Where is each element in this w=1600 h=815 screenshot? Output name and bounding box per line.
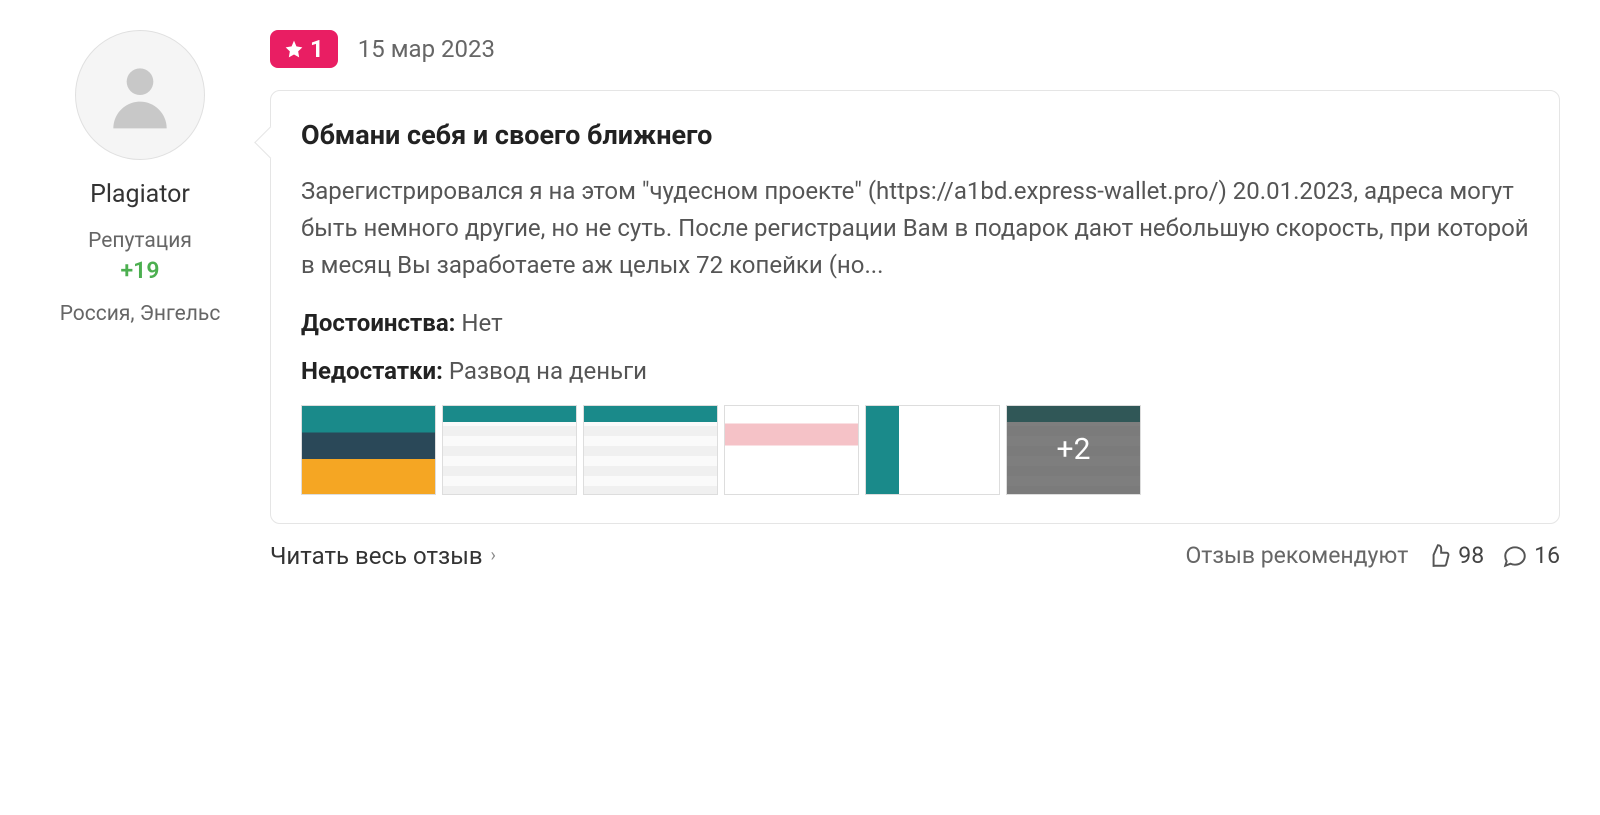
thumbnail[interactable] (583, 405, 718, 495)
review-body: Обмани себя и своего ближнего Зарегистри… (270, 90, 1560, 524)
reputation-value: +19 (121, 257, 160, 284)
review-title[interactable]: Обмани себя и своего ближнего (301, 119, 1529, 151)
user-column: Plagiator Репутация +19 Россия, Энгельс (40, 30, 240, 570)
chevron-right-icon: › (491, 545, 496, 566)
thumbnails: +2 (301, 405, 1529, 495)
comment-icon (1502, 543, 1528, 569)
user-location: Россия, Энгельс (60, 302, 221, 326)
cons-value: Развод на деньги (449, 357, 647, 385)
read-more-label: Читать весь отзыв (270, 542, 483, 570)
more-overlay: +2 (1007, 406, 1140, 494)
avatar[interactable] (75, 30, 205, 160)
like-count: 98 (1458, 542, 1484, 569)
cons-label: Недостатки: (301, 357, 443, 385)
thumbs-up-icon (1426, 543, 1452, 569)
reputation-label: Репутация (88, 229, 192, 253)
pros-label: Достоинства: (301, 309, 455, 337)
cons-row: Недостатки: Развод на деньги (301, 357, 1529, 385)
username[interactable]: Plagiator (90, 180, 190, 209)
review-text: Зарегистрировался я на этом "чудесном пр… (301, 173, 1529, 285)
footer-right: Отзыв рекомендуют 98 16 (1185, 542, 1560, 569)
like-button[interactable]: 98 (1426, 542, 1484, 569)
rating-badge: 1 (270, 30, 338, 68)
review-card: Plagiator Репутация +19 Россия, Энгельс … (40, 30, 1560, 570)
comment-button[interactable]: 16 (1502, 542, 1560, 569)
pros-row: Достоинства: Нет (301, 309, 1529, 337)
review-content: 1 15 мар 2023 Обмани себя и своего ближн… (270, 30, 1560, 570)
thumbnail[interactable] (442, 405, 577, 495)
comment-count: 16 (1534, 542, 1560, 569)
thumbnail[interactable] (865, 405, 1000, 495)
thumbnail-more[interactable]: +2 (1006, 405, 1141, 495)
read-more-link[interactable]: Читать весь отзыв › (270, 542, 496, 570)
rating-value: 1 (310, 35, 324, 63)
review-footer: Читать весь отзыв › Отзыв рекомендуют 98… (270, 542, 1560, 570)
review-date: 15 мар 2023 (358, 35, 495, 63)
person-icon (100, 55, 180, 135)
star-icon (284, 39, 304, 59)
pros-value: Нет (461, 309, 502, 337)
review-header: 1 15 мар 2023 (270, 30, 1560, 68)
recommend-label: Отзыв рекомендуют (1185, 542, 1408, 569)
thumbnail[interactable] (301, 405, 436, 495)
thumbnail[interactable] (724, 405, 859, 495)
